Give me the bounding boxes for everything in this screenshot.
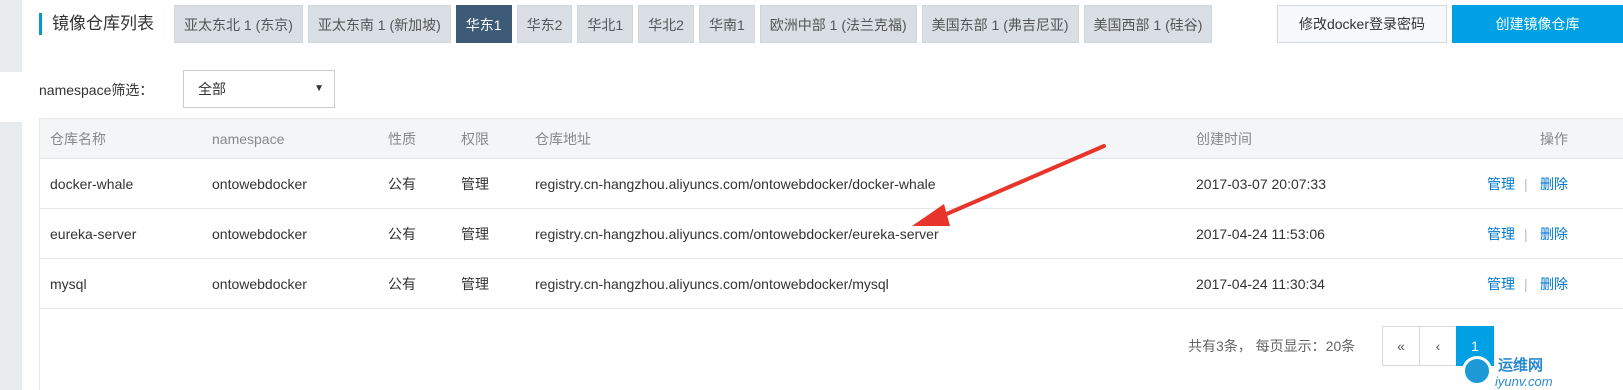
manage-link[interactable]: 管理 xyxy=(1487,275,1515,293)
repo-namespace: ontowebdocker xyxy=(212,226,307,242)
pagination-summary: 共有3条， 每页显示：20条 xyxy=(1188,338,1356,354)
region-tab-tokyo[interactable]: 亚太东北 1 (东京) xyxy=(174,5,303,43)
action-separator: | xyxy=(1524,176,1528,192)
repo-created-time: 2017-04-24 11:30:34 xyxy=(1196,276,1325,292)
column-header-address: 仓库地址 xyxy=(535,131,591,147)
prev-page-button[interactable]: ‹ xyxy=(1419,326,1457,366)
namespace-filter-label: namespace筛选： xyxy=(39,82,154,98)
repo-permission: 管理 xyxy=(461,276,489,292)
region-tab-frankfurt[interactable]: 欧洲中部 1 (法兰克福) xyxy=(759,5,917,43)
watermark-url: iyunv.com xyxy=(1495,374,1553,389)
column-header-type: 性质 xyxy=(388,131,416,147)
change-docker-password-button[interactable]: 修改docker登录密码 xyxy=(1277,5,1447,43)
first-page-button[interactable]: « xyxy=(1382,326,1420,366)
region-tab-north-china-1[interactable]: 华北1 xyxy=(577,5,634,43)
table-header: 仓库名称 namespace 性质 权限 仓库地址 创建时间 操作 xyxy=(40,119,1623,159)
caret-down-icon: ▼ xyxy=(314,83,324,94)
repo-created-time: 2017-03-07 20:07:33 xyxy=(1196,176,1326,192)
repo-created-time: 2017-04-24 11:53:06 xyxy=(1196,226,1325,242)
table-row: eureka-server ontowebdocker 公有 管理 regist… xyxy=(40,209,1623,259)
repo-name: mysql xyxy=(50,276,87,292)
repo-address: registry.cn-hangzhou.aliyuncs.com/ontowe… xyxy=(535,276,889,292)
manage-link[interactable]: 管理 xyxy=(1487,225,1515,243)
repository-table: 仓库名称 namespace 性质 权限 仓库地址 创建时间 操作 docker… xyxy=(39,118,1623,390)
region-tab-virginia[interactable]: 美国东部 1 (弗吉尼亚) xyxy=(921,5,1079,43)
watermark: 运维网 iyunv.com xyxy=(1462,356,1623,390)
column-header-name: 仓库名称 xyxy=(50,131,106,147)
repo-namespace: ontowebdocker xyxy=(212,276,307,292)
table-row: docker-whale ontowebdocker 公有 管理 registr… xyxy=(40,159,1623,209)
column-header-permission: 权限 xyxy=(461,131,489,147)
repo-type: 公有 xyxy=(388,226,416,242)
title-accent-bar xyxy=(39,13,42,35)
column-header-created: 创建时间 xyxy=(1196,131,1252,147)
manage-link[interactable]: 管理 xyxy=(1487,175,1515,193)
watermark-name: 运维网 xyxy=(1498,357,1544,374)
delete-link[interactable]: 删除 xyxy=(1540,225,1568,243)
region-tabs: 亚太东北 1 (东京) 亚太东南 1 (新加坡) 华东1 华东2 华北1 华北2… xyxy=(174,5,1213,43)
repo-permission: 管理 xyxy=(461,226,489,242)
column-header-namespace: namespace xyxy=(212,131,285,147)
repo-permission: 管理 xyxy=(461,176,489,192)
namespace-filter-value: 全部 xyxy=(198,81,226,97)
delete-link[interactable]: 删除 xyxy=(1540,175,1568,193)
action-separator: | xyxy=(1524,276,1528,292)
left-sidebar-strip xyxy=(0,0,22,72)
repo-address: registry.cn-hangzhou.aliyuncs.com/ontowe… xyxy=(535,226,939,242)
region-tab-silicon-valley[interactable]: 美国西部 1 (硅谷) xyxy=(1083,5,1213,43)
page-header: 镜像仓库列表 亚太东北 1 (东京) 亚太东南 1 (新加坡) 华东1 华东2 … xyxy=(22,0,1623,52)
page-title: 镜像仓库列表 xyxy=(52,14,154,33)
watermark-logo-icon xyxy=(1462,356,1492,386)
region-tab-east-china-1[interactable]: 华东1 xyxy=(455,5,512,43)
repo-name: docker-whale xyxy=(50,176,134,192)
action-separator: | xyxy=(1524,226,1528,242)
region-tab-south-china-1[interactable]: 华南1 xyxy=(698,5,755,43)
create-repository-button[interactable]: 创建镜像仓库 xyxy=(1452,5,1623,43)
region-tab-north-china-2[interactable]: 华北2 xyxy=(638,5,694,43)
delete-link[interactable]: 删除 xyxy=(1540,275,1568,293)
repo-type: 公有 xyxy=(388,276,416,292)
table-row: mysql ontowebdocker 公有 管理 registry.cn-ha… xyxy=(40,259,1623,309)
repo-address: registry.cn-hangzhou.aliyuncs.com/ontowe… xyxy=(535,176,936,192)
repo-name: eureka-server xyxy=(50,226,137,242)
column-header-operations: 操作 xyxy=(1540,131,1568,147)
repo-namespace: ontowebdocker xyxy=(212,176,307,192)
repo-type: 公有 xyxy=(388,176,416,192)
namespace-filter-select[interactable]: 全部 ▼ xyxy=(183,70,335,108)
table-footer: 共有3条， 每页显示：20条 « ‹ 1 xyxy=(40,310,1623,390)
region-tab-singapore[interactable]: 亚太东南 1 (新加坡) xyxy=(307,5,451,43)
left-sidebar-strip xyxy=(0,122,22,390)
region-tab-east-china-2[interactable]: 华东2 xyxy=(516,5,573,43)
